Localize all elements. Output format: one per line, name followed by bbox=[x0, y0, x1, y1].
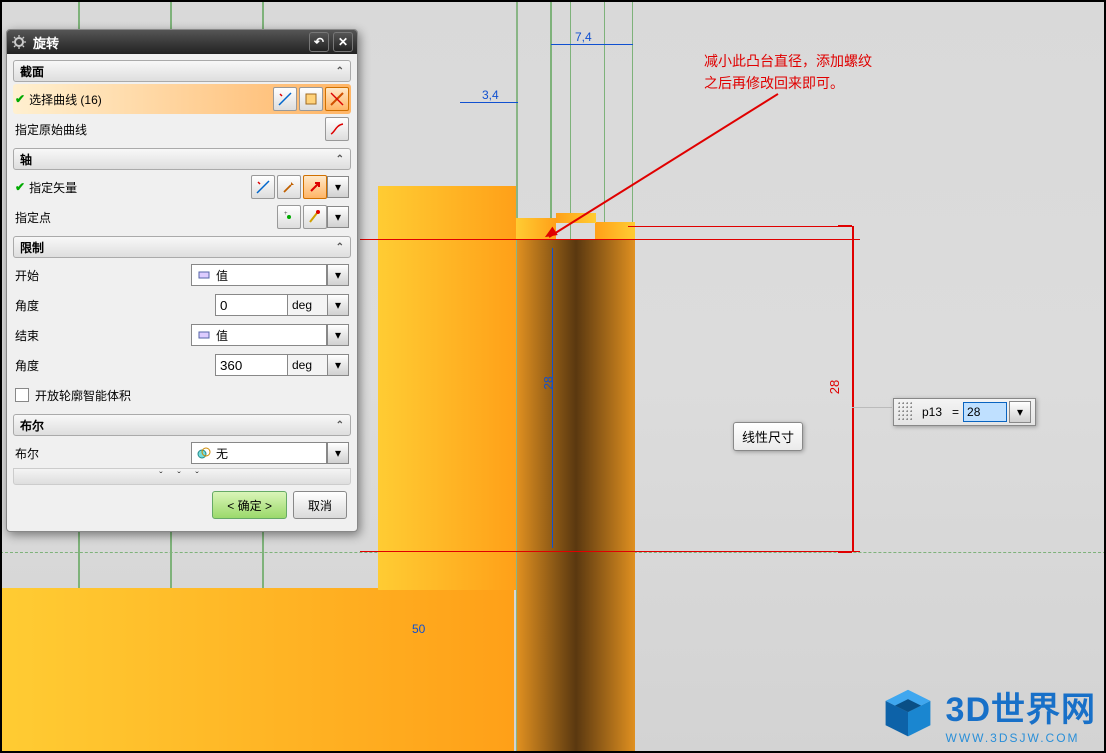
viewport-border bbox=[0, 0, 1106, 753]
